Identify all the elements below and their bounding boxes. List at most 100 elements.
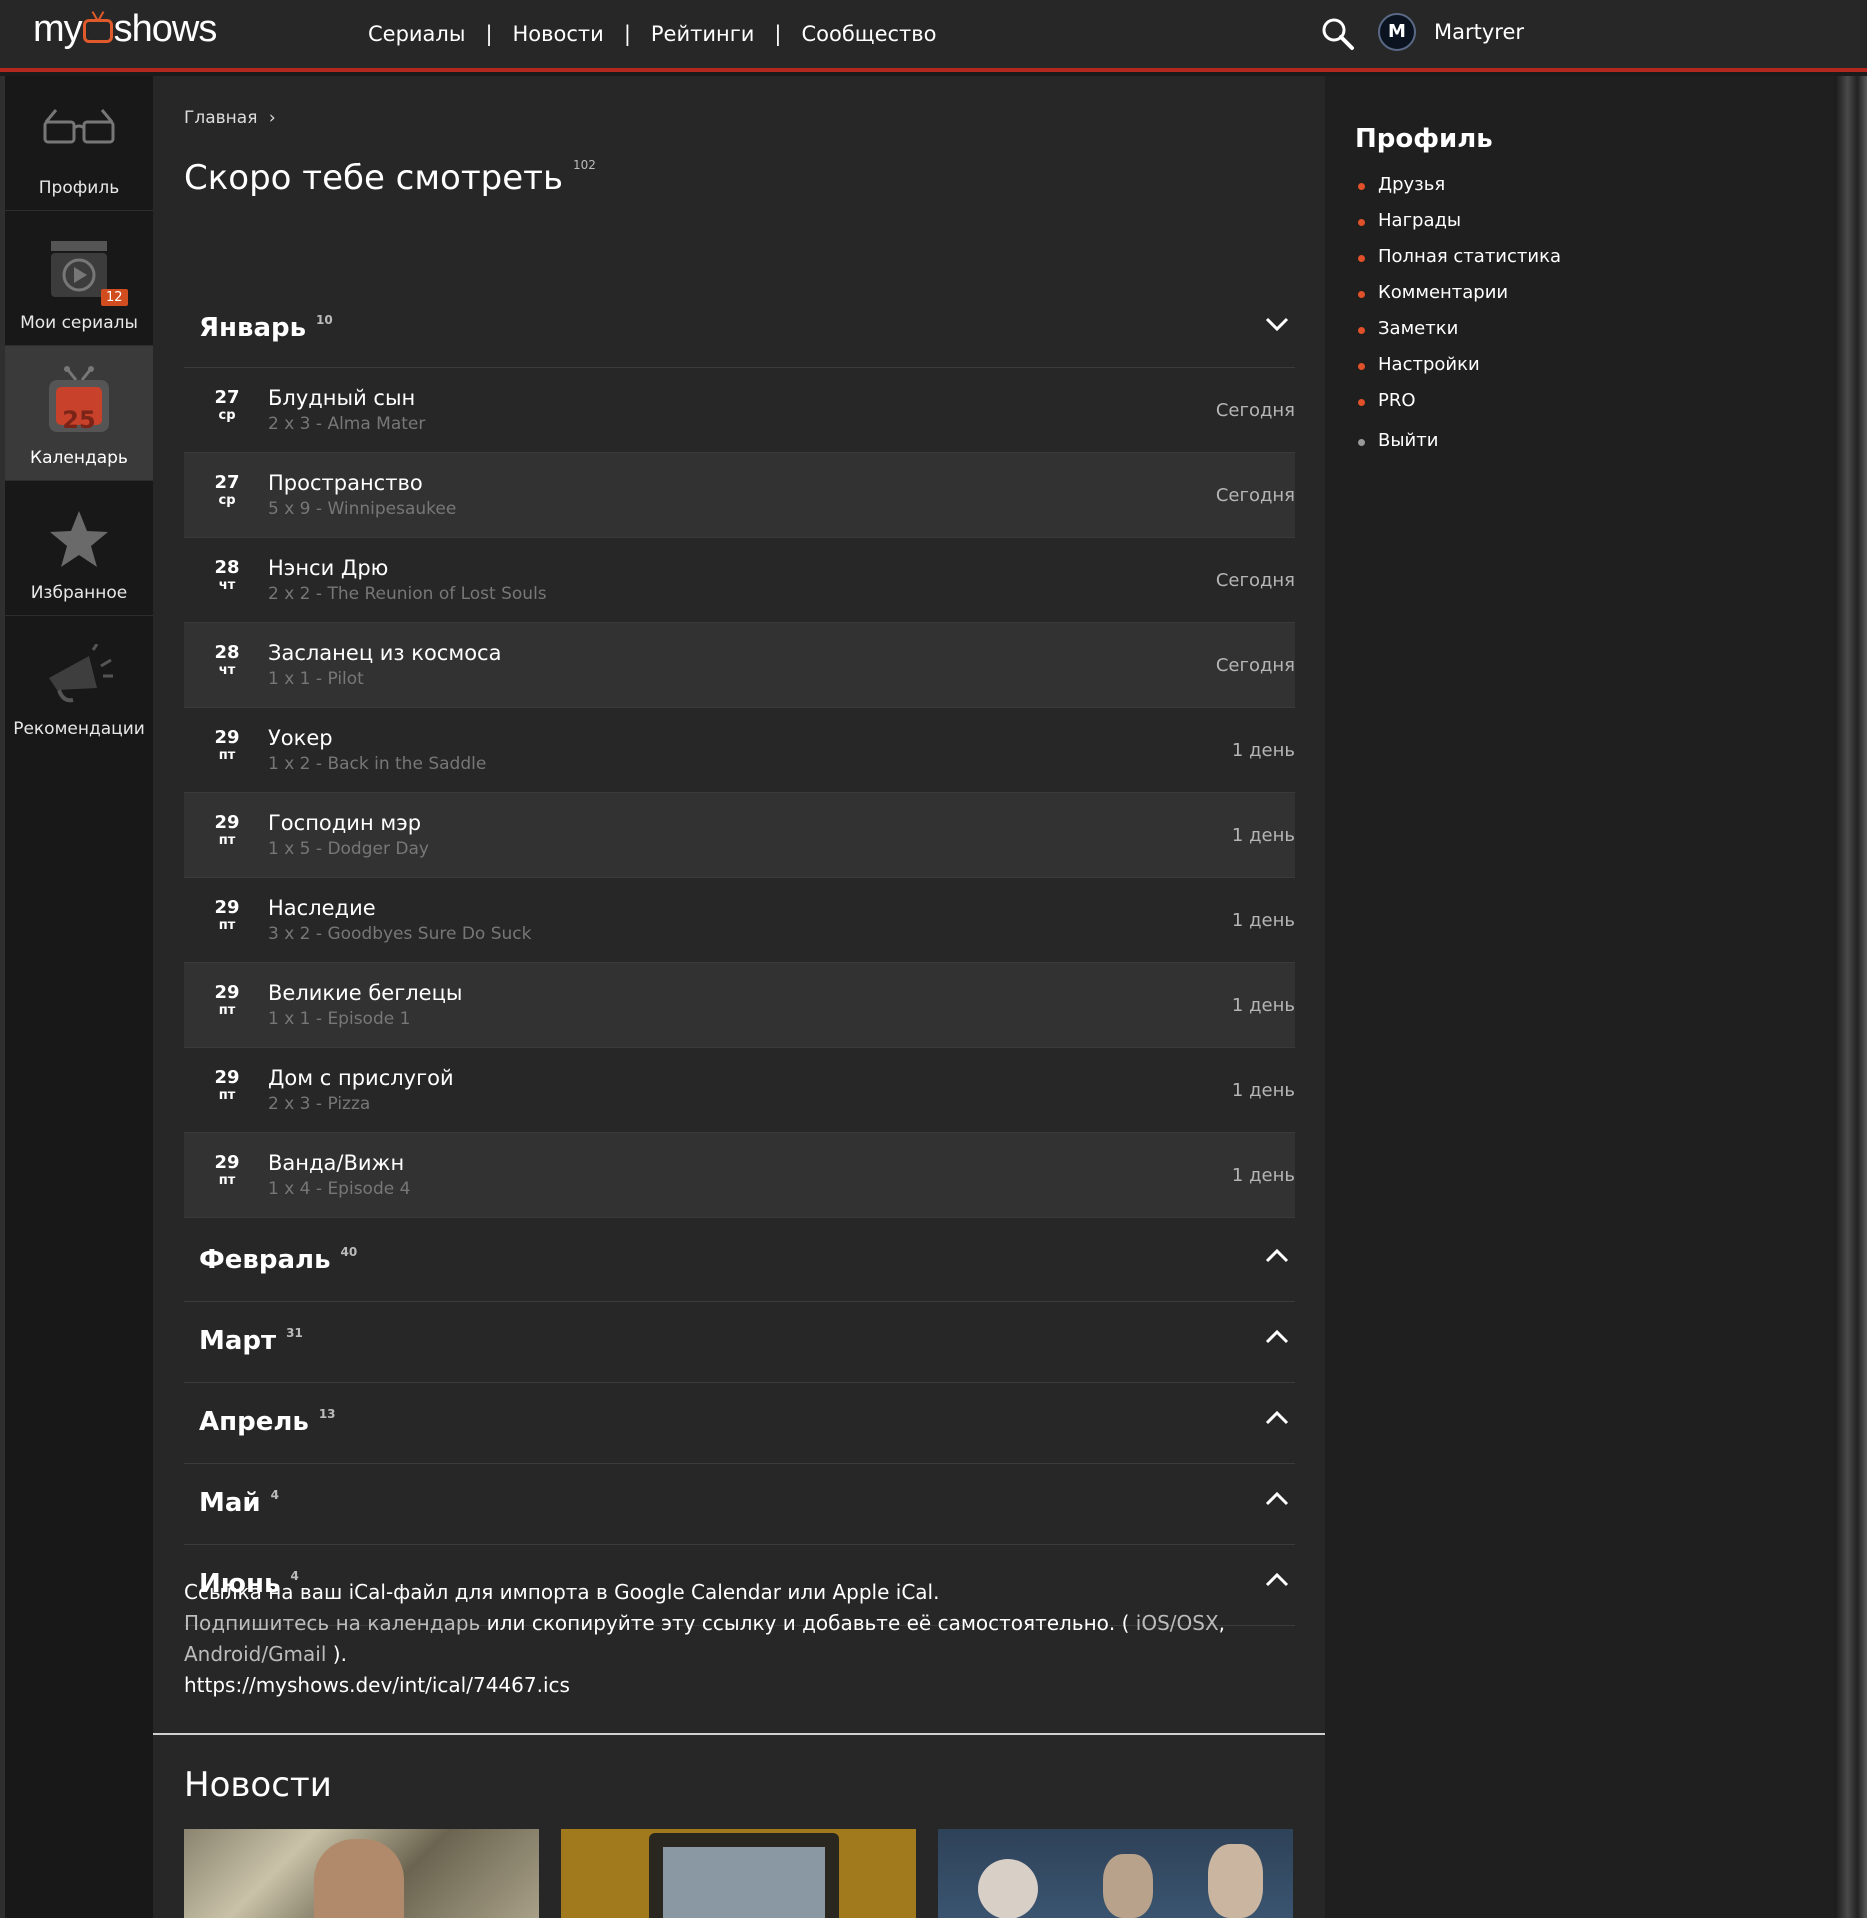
episode-row[interactable]: 29 пт Уокер 1 x 2 - Back in the Saddle 1 … [184, 708, 1295, 793]
episode-day: 27 [214, 387, 240, 408]
episode-weekday: пт [218, 1173, 236, 1188]
calendar-day-number: 25 [62, 406, 96, 434]
episode-day: 27 [214, 472, 240, 493]
ical-instructions: или скопируйте эту ссылку и добавьте её … [480, 1611, 1136, 1635]
show-title[interactable]: Господин мэр [268, 811, 421, 835]
ical-url[interactable]: https://myshows.dev/int/ical/74467.ics [184, 1670, 1295, 1701]
profile-link-full-stats[interactable]: Полная статистика [1355, 246, 1561, 282]
episode-title[interactable]: 2 x 3 - Alma Mater [268, 414, 425, 434]
star-icon [50, 511, 108, 567]
profile-link-awards[interactable]: Награды [1355, 210, 1561, 246]
chevron-up-icon[interactable] [1265, 1410, 1289, 1426]
episode-weekday: пт [218, 1003, 236, 1018]
profile-panel: Профиль Друзья Награды Полная статистика… [1325, 76, 1835, 1918]
profile-link-pro[interactable]: PRO [1355, 390, 1561, 426]
air-time: 1 день [1231, 995, 1295, 1016]
episode-row[interactable]: 29 пт Наследие 3 x 2 - Goodbyes Sure Do S… [184, 878, 1295, 963]
sidebar-item-favorites[interactable]: Избранное [5, 481, 153, 616]
chevron-up-icon[interactable] [1265, 1248, 1289, 1264]
sidebar-item-calendar[interactable]: 25 Календарь [5, 346, 153, 481]
show-title[interactable]: Пространство [268, 471, 423, 495]
episode-weekday: чт [218, 663, 236, 678]
episode-weekday: чт [218, 578, 236, 593]
episode-weekday: ср [218, 408, 236, 423]
android-gmail-link[interactable]: Android/Gmail [184, 1642, 326, 1666]
page-title-text: Скоро тебе смотреть [184, 158, 563, 198]
nav-ratings[interactable]: Рейтинги [651, 22, 755, 46]
episode-row[interactable]: 28 чт Засланец из космоса 1 x 1 - Pilot С… [184, 623, 1295, 708]
episode-row[interactable]: 29 пт Ванда/Вижн 1 x 4 - Episode 4 1 день [184, 1133, 1295, 1218]
show-title[interactable]: Нэнси Дрю [268, 556, 388, 580]
month-header-may[interactable]: Май 4 [184, 1465, 1295, 1545]
profile-link-friends[interactable]: Друзья [1355, 174, 1561, 210]
episode-row[interactable]: 27 ср Блудный сын 2 x 3 - Alma Mater Сего… [184, 368, 1295, 453]
sidebar-item-label: Профиль [38, 178, 120, 198]
sidebar-item-my-shows[interactable]: 12 Мои сериалы [5, 211, 153, 346]
episode-day: 29 [214, 1067, 240, 1088]
nav-separator: | [623, 22, 631, 46]
sidebar-item-label: Календарь [30, 448, 128, 468]
breadcrumb-home[interactable]: Главная [184, 108, 257, 128]
news-image-person [1103, 1854, 1153, 1918]
news-thumbnail[interactable] [184, 1829, 539, 1918]
month-header-march[interactable]: Март 31 [184, 1303, 1295, 1383]
month-name: Февраль [199, 1245, 331, 1275]
episode-row[interactable]: 27 ср Пространство 5 x 9 - Winnipesaukee … [184, 453, 1295, 538]
news-image-face [314, 1839, 404, 1918]
episode-title[interactable]: 5 x 9 - Winnipesaukee [268, 499, 456, 519]
profile-link-notes[interactable]: Заметки [1355, 318, 1561, 354]
episode-title[interactable]: 1 x 1 - Pilot [268, 669, 364, 689]
show-title[interactable]: Ванда/Вижн [268, 1151, 404, 1175]
episode-row[interactable]: 29 пт Великие беглецы 1 x 1 - Episode 1 1… [184, 963, 1295, 1048]
show-title[interactable]: Блудный сын [268, 386, 415, 410]
episode-title[interactable]: 3 x 2 - Goodbyes Sure Do Suck [268, 924, 531, 944]
show-title[interactable]: Засланец из космоса [268, 641, 501, 665]
episode-day: 28 [214, 557, 240, 578]
sidebar-item-label: Мои сериалы [20, 313, 138, 333]
news-thumbnail[interactable] [938, 1829, 1293, 1918]
logout-link[interactable]: Выйти [1355, 430, 1561, 466]
episode-title[interactable]: 1 x 2 - Back in the Saddle [268, 754, 486, 774]
show-title[interactable]: Уокер [268, 726, 333, 750]
episode-weekday: пт [218, 918, 236, 933]
episode-title[interactable]: 1 x 4 - Episode 4 [268, 1179, 410, 1199]
episode-title[interactable]: 1 x 1 - Episode 1 [268, 1009, 410, 1029]
username[interactable]: Martyrer [1434, 20, 1524, 44]
nav-serials[interactable]: Сериалы [368, 22, 465, 46]
chevron-up-icon[interactable] [1265, 1329, 1289, 1345]
month-header-april[interactable]: Апрель 13 [184, 1384, 1295, 1464]
ios-osx-link[interactable]: iOS/OSX [1136, 1611, 1219, 1635]
episode-weekday: пт [218, 748, 236, 763]
subscribe-calendar-link[interactable]: Подпишитесь на календарь [184, 1611, 480, 1635]
episode-row[interactable]: 28 чт Нэнси Дрю 2 x 2 - The Reunion of Lo… [184, 538, 1295, 623]
chevron-up-icon[interactable] [1265, 1491, 1289, 1507]
air-time: Сегодня [1215, 400, 1295, 421]
episode-title[interactable]: 1 x 5 - Dodger Day [268, 839, 429, 859]
news-thumbnail[interactable] [561, 1829, 916, 1918]
show-title[interactable]: Дом с прислугой [268, 1066, 454, 1090]
show-title[interactable]: Наследие [268, 896, 376, 920]
month-count: 31 [286, 1326, 303, 1340]
chevron-right-icon: › [268, 108, 276, 128]
episode-row[interactable]: 29 пт Дом с прислугой 2 x 3 - Pizza 1 ден… [184, 1048, 1295, 1133]
profile-link-comments[interactable]: Комментарии [1355, 282, 1561, 318]
air-time: 1 день [1231, 910, 1295, 931]
episode-row[interactable]: 29 пт Господин мэр 1 x 5 - Dodger Day 1 д… [184, 793, 1295, 878]
background-image-strip [1835, 76, 1867, 1918]
section-divider [153, 1733, 1325, 1735]
profile-panel-title: Профиль [1355, 124, 1493, 154]
chevron-down-icon[interactable] [1265, 316, 1289, 332]
month-header-february[interactable]: Февраль 40 [184, 1222, 1295, 1302]
search-icon[interactable] [1320, 16, 1356, 52]
logo[interactable]: my shows [33, 8, 217, 51]
avatar[interactable]: M [1378, 13, 1416, 51]
episode-title[interactable]: 2 x 2 - The Reunion of Lost Souls [268, 584, 547, 604]
profile-link-settings[interactable]: Настройки [1355, 354, 1561, 390]
month-header-january[interactable]: Январь 10 [184, 290, 1295, 368]
nav-community[interactable]: Сообщество [802, 22, 937, 46]
show-title[interactable]: Великие беглецы [268, 981, 462, 1005]
sidebar-item-profile[interactable]: Профиль [5, 76, 153, 211]
sidebar-item-recommendations[interactable]: Рекомендации [5, 616, 153, 751]
episode-title[interactable]: 2 x 3 - Pizza [268, 1094, 370, 1114]
nav-news[interactable]: Новости [513, 22, 604, 46]
